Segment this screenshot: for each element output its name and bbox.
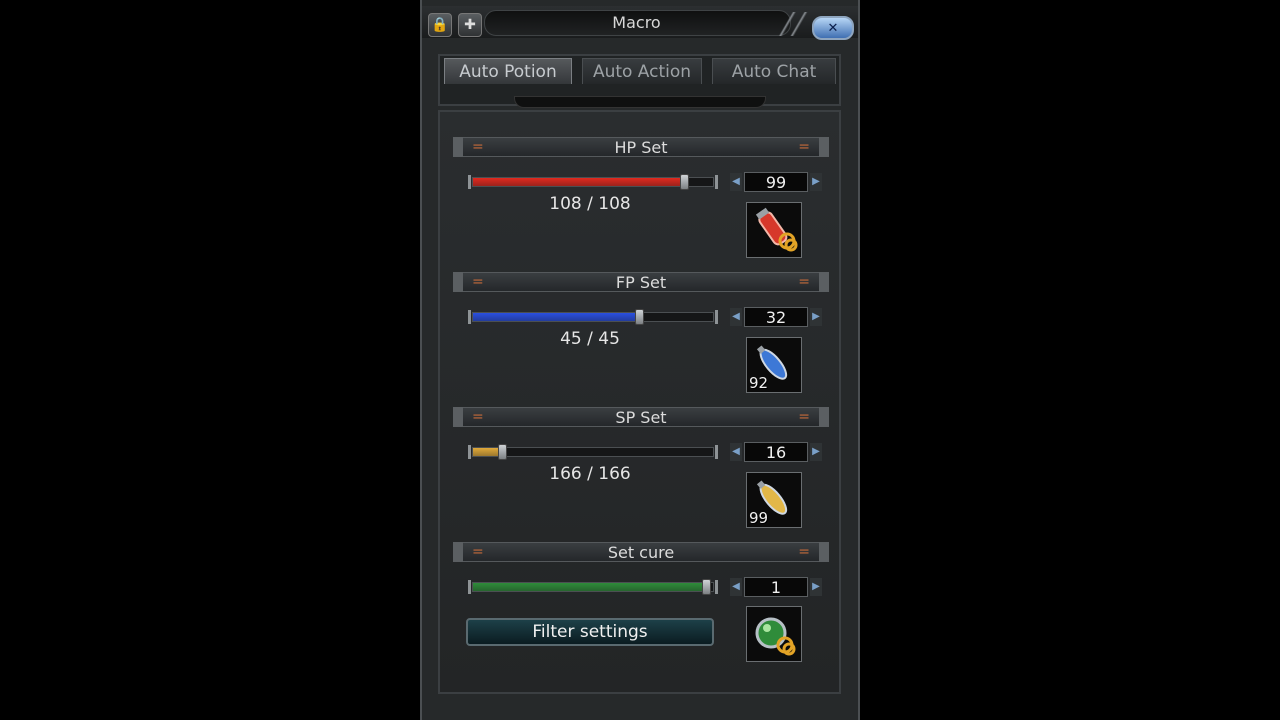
- fp-slider[interactable]: [468, 309, 718, 325]
- spinner-value[interactable]: 99: [744, 172, 808, 192]
- close-icon[interactable]: ✕: [812, 16, 854, 40]
- spinner-left-arrow-icon[interactable]: ◀: [730, 308, 742, 326]
- slider-thumb[interactable]: [635, 309, 644, 325]
- slider-thumb[interactable]: [498, 444, 507, 460]
- hp-slider[interactable]: [468, 174, 718, 190]
- cure-item-slot[interactable]: [746, 606, 802, 662]
- spinner-value[interactable]: 16: [744, 442, 808, 462]
- fp-spinner[interactable]: ◀ 32 ▶: [730, 307, 822, 327]
- hp-set-header: = = HP Set: [453, 137, 829, 157]
- ornament-icon: [772, 12, 816, 36]
- spinner-left-arrow-icon[interactable]: ◀: [730, 578, 742, 596]
- sp-potion-slot[interactable]: 99: [746, 472, 802, 528]
- spinner-right-arrow-icon[interactable]: ▶: [810, 173, 822, 191]
- tab-auto-potion[interactable]: Auto Potion: [444, 58, 572, 84]
- slider-fill: [473, 178, 684, 186]
- title-bar: 🔒 ✚ Macro ✕: [422, 6, 858, 40]
- slider-fill: [473, 313, 639, 321]
- sp-slider[interactable]: [468, 444, 718, 460]
- spinner-value[interactable]: 32: [744, 307, 808, 327]
- spinner-right-arrow-icon[interactable]: ▶: [810, 443, 822, 461]
- sp-spinner[interactable]: ◀ 16 ▶: [730, 442, 822, 462]
- sp-value-text: 166 / 166: [549, 464, 631, 484]
- section-title: FP Set: [615, 273, 667, 292]
- spinner-left-arrow-icon[interactable]: ◀: [730, 443, 742, 461]
- tab-auto-action[interactable]: Auto Action: [582, 58, 702, 84]
- tab-auto-chat[interactable]: Auto Chat: [712, 58, 836, 84]
- hp-value-text: 108 / 108: [549, 194, 631, 214]
- sp-set-header: = = SP Set: [453, 407, 829, 427]
- auto-potion-panel: = = HP Set 108 / 108 ◀ 99 ▶ = = FP Set 4…: [438, 110, 841, 694]
- cure-orb-icon: [755, 617, 796, 656]
- section-title: SP Set: [615, 408, 667, 427]
- red-potion-icon: [755, 207, 798, 252]
- tab-underline: [514, 96, 766, 108]
- window-title: Macro: [612, 13, 661, 32]
- slider-fill: [473, 583, 706, 591]
- hp-potion-slot[interactable]: [746, 202, 802, 258]
- slot-count: 92: [749, 374, 769, 392]
- slider-thumb[interactable]: [702, 579, 711, 595]
- fp-potion-slot[interactable]: 92: [746, 337, 802, 393]
- section-title: HP Set: [614, 138, 668, 157]
- section-title: Set cure: [607, 543, 675, 562]
- plus-icon[interactable]: ✚: [458, 13, 482, 37]
- spinner-right-arrow-icon[interactable]: ▶: [810, 578, 822, 596]
- cure-slider[interactable]: [468, 579, 718, 595]
- hp-spinner[interactable]: ◀ 99 ▶: [730, 172, 822, 192]
- set-cure-header: = = Set cure: [453, 542, 829, 562]
- spinner-right-arrow-icon[interactable]: ▶: [810, 308, 822, 326]
- macro-window: 🔒 ✚ Macro ✕ Auto Potion Auto Action Auto…: [420, 0, 860, 720]
- fp-set-header: = = FP Set: [453, 272, 829, 292]
- tab-bar: Auto Potion Auto Action Auto Chat: [438, 54, 841, 108]
- spinner-value[interactable]: 1: [744, 577, 808, 597]
- lock-icon[interactable]: 🔒: [428, 13, 452, 37]
- spinner-left-arrow-icon[interactable]: ◀: [730, 173, 742, 191]
- cure-spinner[interactable]: ◀ 1 ▶: [730, 577, 822, 597]
- filter-settings-button[interactable]: Filter settings: [466, 618, 714, 646]
- slider-thumb[interactable]: [680, 174, 689, 190]
- slot-count: 99: [749, 509, 769, 527]
- fp-value-text: 45 / 45: [560, 329, 620, 349]
